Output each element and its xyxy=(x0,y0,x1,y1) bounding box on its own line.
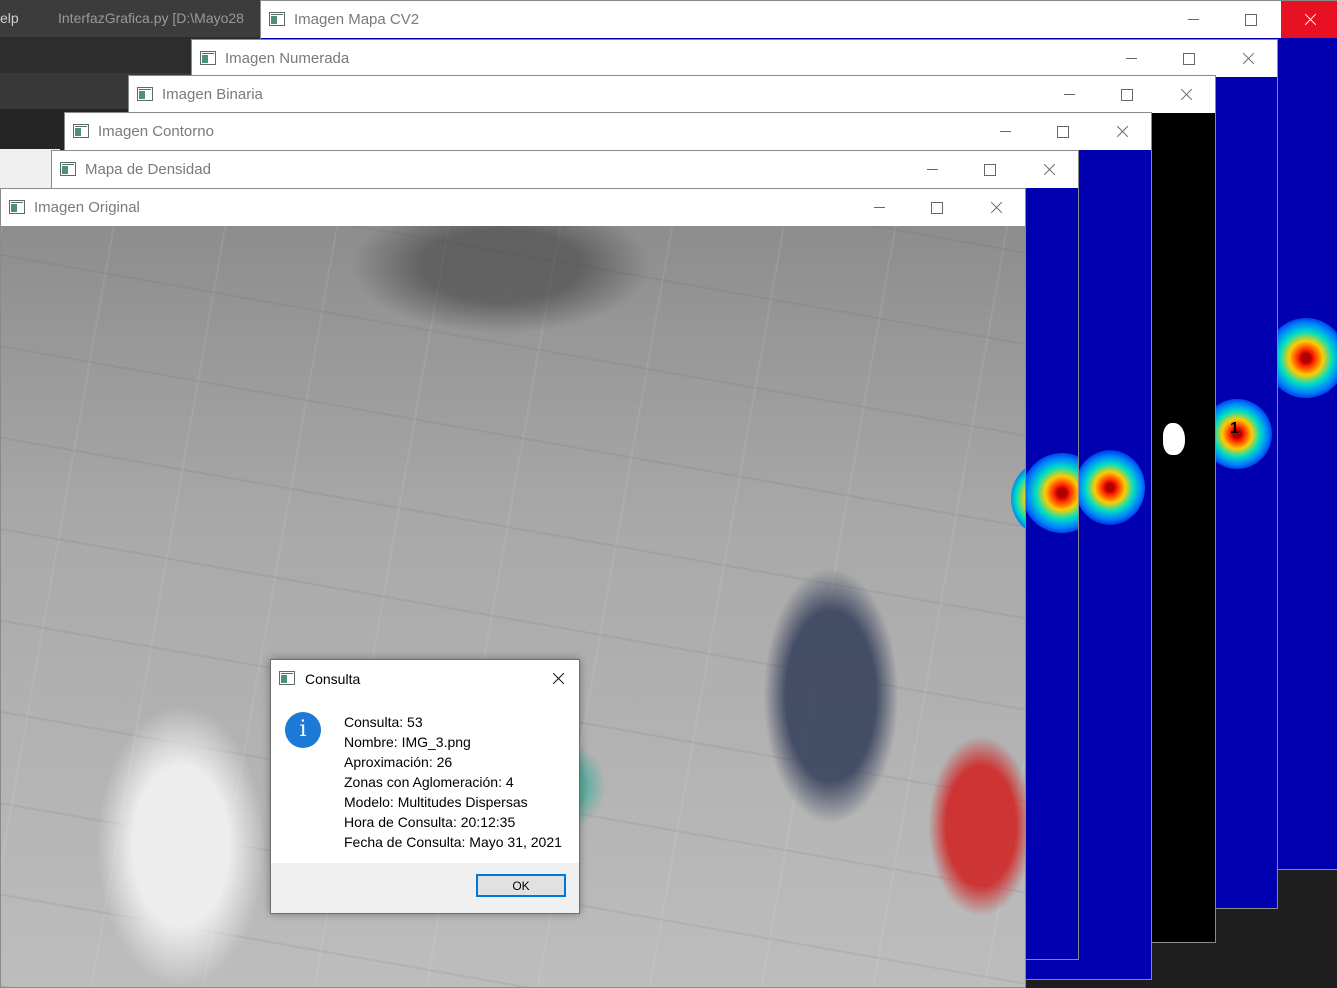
close-button[interactable] xyxy=(1020,151,1078,188)
maximize-button[interactable] xyxy=(1160,40,1218,77)
window-titlebar[interactable]: Imagen Binaria xyxy=(129,76,1215,114)
ok-button[interactable]: OK xyxy=(476,874,566,897)
maximize-button[interactable] xyxy=(908,189,966,226)
binary-blob xyxy=(1163,423,1185,455)
dialog-message: Consulta: 53 Nombre: IMG_3.png Aproximac… xyxy=(344,712,562,852)
maximize-button[interactable] xyxy=(1098,76,1156,113)
density-hotspot xyxy=(1011,461,1025,536)
maximize-button[interactable] xyxy=(1222,1,1280,38)
app-window-icon xyxy=(137,87,153,101)
window-title: Imagen Binaria xyxy=(162,86,263,103)
minimize-button[interactable] xyxy=(1102,40,1160,77)
window-title: Mapa de Densidad xyxy=(85,161,211,178)
consulta-dialog[interactable]: Consulta i Consulta: 53 Nombre: IMG_3.pn… xyxy=(270,659,580,914)
dialog-title: Consulta xyxy=(305,671,361,687)
dialog-footer: OK xyxy=(271,863,579,913)
minimize-button[interactable] xyxy=(976,113,1034,150)
minimize-button[interactable] xyxy=(903,151,961,188)
close-button[interactable] xyxy=(539,660,579,698)
crowded-zones: Zonas con Aglomeración: 4 xyxy=(344,774,514,790)
app-window-icon xyxy=(200,51,216,65)
maximize-button[interactable] xyxy=(961,151,1019,188)
maximize-button[interactable] xyxy=(1034,113,1092,150)
ide-title: InterfazGrafica.py [D:\Mayo28 xyxy=(58,10,244,26)
app-window-icon xyxy=(279,671,295,685)
window-title: Imagen Contorno xyxy=(98,123,214,140)
window-titlebar[interactable]: Imagen Original xyxy=(1,189,1025,227)
model: Modelo: Multitudes Dispersas xyxy=(344,794,528,810)
close-button[interactable] xyxy=(1093,113,1151,150)
close-button[interactable] xyxy=(1281,1,1337,38)
close-button[interactable] xyxy=(967,189,1025,226)
close-button[interactable] xyxy=(1219,40,1277,77)
window-titlebar[interactable]: Imagen Contorno xyxy=(65,113,1151,151)
info-icon: i xyxy=(285,712,321,748)
close-button[interactable] xyxy=(1157,76,1215,113)
dialog-titlebar[interactable]: Consulta xyxy=(271,660,579,698)
window-titlebar[interactable]: Mapa de Densidad xyxy=(52,151,1078,189)
approximation: Aproximación: 26 xyxy=(344,754,453,770)
consulta-number: Consulta: 53 xyxy=(344,714,423,730)
file-name: Nombre: IMG_3.png xyxy=(344,734,471,750)
window-title: Imagen Original xyxy=(34,199,140,216)
window-title: Imagen Mapa CV2 xyxy=(294,11,420,28)
window-titlebar[interactable]: Imagen Mapa CV2 xyxy=(261,1,1337,39)
app-window-icon xyxy=(269,12,285,26)
query-time: Hora de Consulta: 20:12:35 xyxy=(344,814,516,830)
app-window-icon xyxy=(9,200,25,214)
density-hotspot xyxy=(1075,450,1145,525)
minimize-button[interactable] xyxy=(1164,1,1222,38)
app-window-icon xyxy=(73,124,89,138)
zone-number-label: 1 xyxy=(1230,420,1239,437)
minimize-button[interactable] xyxy=(1040,76,1098,113)
minimize-button[interactable] xyxy=(850,189,908,226)
window-titlebar[interactable]: Imagen Numerada xyxy=(192,40,1277,78)
window-title: Imagen Numerada xyxy=(225,50,350,67)
menu-help[interactable]: elp xyxy=(0,10,19,26)
query-date: Fecha de Consulta: Mayo 31, 2021 xyxy=(344,834,562,850)
density-hotspot xyxy=(1022,453,1078,533)
app-window-icon xyxy=(60,162,76,176)
